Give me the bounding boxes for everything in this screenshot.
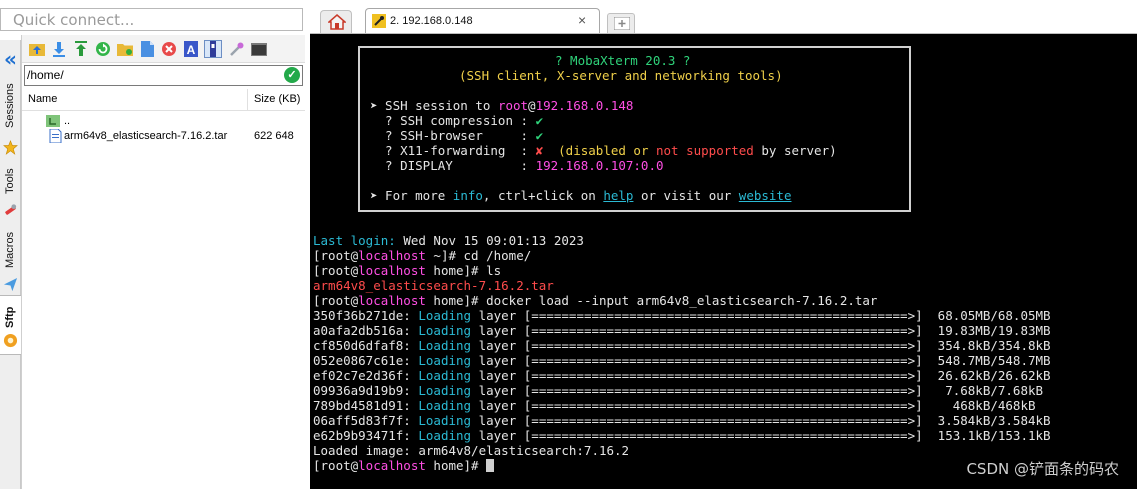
- tab-session[interactable]: 2. 192.168.0.148 ×: [365, 8, 600, 34]
- delete-icon[interactable]: [160, 40, 178, 58]
- last-login-line: Last login: Wed Nov 15 09:01:13 2023: [313, 233, 584, 248]
- layer-progress-row: ef02c7e2d36f: Loading layer [===========…: [313, 368, 1051, 383]
- parent-folder-icon: [46, 115, 60, 127]
- command-line: [root@localhost home]# ls: [313, 263, 502, 278]
- tab-tools[interactable]: Tools: [0, 160, 21, 202]
- sftp-panel: A /home/ ✓ Name Size (KB) .. arm64v8_ela…: [21, 35, 305, 489]
- tab-macros[interactable]: Macros: [0, 222, 21, 278]
- layer-progress-row: a0afa2db516a: Loading layer [===========…: [313, 323, 1051, 338]
- quick-connect-input[interactable]: Quick connect...: [0, 8, 303, 31]
- new-file-icon[interactable]: [138, 40, 156, 58]
- file-list-header: Name Size (KB): [22, 89, 305, 111]
- layer-progress-row: cf850d6dfaf8: Loading layer [===========…: [313, 338, 1051, 353]
- tab-sessions[interactable]: Sessions: [0, 80, 21, 140]
- help-link[interactable]: help: [603, 188, 633, 203]
- layer-progress-row: 789bd4581d91: Loading layer [===========…: [313, 398, 1036, 413]
- session-tab-title: 2. 192.168.0.148: [390, 15, 473, 27]
- website-link[interactable]: website: [739, 188, 792, 203]
- file-name: arm64v8_elasticsearch-7.16.2.tar: [64, 130, 228, 142]
- home-icon: [328, 14, 346, 30]
- collapse-sidebar-icon[interactable]: «: [1, 49, 20, 70]
- layer-progress-row: 052e0867c61e: Loading layer [===========…: [313, 353, 1051, 368]
- new-folder-icon[interactable]: [116, 40, 134, 58]
- parent-dir-icon[interactable]: [28, 40, 46, 58]
- new-tab-button[interactable]: [607, 13, 635, 33]
- banner-subtitle: (SSH client, X-server and networking too…: [459, 68, 783, 83]
- side-tab-bar: « Sessions Tools Macros Sftp: [0, 40, 21, 489]
- ls-output: arm64v8_elasticsearch-7.16.2.tar: [313, 278, 554, 293]
- path-confirm-icon[interactable]: ✓: [284, 67, 300, 83]
- refresh-icon[interactable]: [94, 40, 112, 58]
- banner-more-line: ➤ For more info, ctrl+click on help or v…: [370, 188, 792, 203]
- layer-progress-row: e62b9b93471f: Loading layer [===========…: [313, 428, 1051, 443]
- sftp-toolbar: A: [22, 35, 305, 63]
- banner-x11-line: ? X11-forwarding : ✘ (disabled or not su…: [370, 143, 837, 158]
- session-tab-bar: 2. 192.168.0.148 ×: [310, 0, 1137, 34]
- list-item[interactable]: arm64v8_elasticsearch-7.16.2.tar 622 648: [22, 128, 305, 145]
- terminal[interactable]: ? MobaXterm 20.3 ? (SSH client, X-server…: [310, 34, 1137, 489]
- layer-progress-row: 06aff5d83f7f: Loading layer [===========…: [313, 413, 1051, 428]
- ssh-icon: [372, 14, 386, 28]
- tools-icon: [5, 204, 17, 215]
- file-size: 622 648: [254, 130, 294, 142]
- banner-title: ? MobaXterm 20.3 ?: [555, 53, 691, 68]
- tab-sftp[interactable]: Sftp: [0, 295, 21, 355]
- layer-progress-row: 09936a9d19b9: Loading layer [===========…: [313, 383, 1044, 398]
- terminal-icon[interactable]: [250, 40, 268, 58]
- file-name: ..: [64, 115, 71, 127]
- layer-progress-row: 350f36b271de: Loading layer [===========…: [313, 308, 1051, 323]
- column-name[interactable]: Name: [28, 93, 57, 105]
- sftp-icon: [3, 333, 18, 348]
- tab-macros-label: Macros: [4, 231, 16, 269]
- tab-tools-label: Tools: [4, 168, 16, 194]
- follow-terminal-icon[interactable]: [204, 40, 222, 58]
- svg-text:A: A: [187, 43, 196, 57]
- text-cursor: [486, 459, 495, 472]
- plus-icon: [614, 17, 630, 30]
- banner-browser-line: ? SSH-browser : ✔: [370, 128, 544, 143]
- home-tab[interactable]: [320, 10, 352, 34]
- command-line: [root@localhost home]#: [313, 458, 495, 473]
- download-icon[interactable]: [50, 40, 68, 58]
- star-icon: [3, 140, 18, 155]
- banner-compression-line: ? SSH compression : ✔: [370, 113, 544, 128]
- banner-session-line: ➤ SSH session to root@192.168.0.148: [370, 98, 634, 113]
- upload-icon[interactable]: [72, 40, 90, 58]
- rename-icon[interactable]: A: [182, 40, 200, 58]
- command-line: [root@localhost home]# docker load --inp…: [313, 293, 878, 308]
- tab-sftp-label: Sftp: [4, 306, 16, 328]
- loaded-image-line: Loaded image: arm64v8/elasticsearch:7.16…: [313, 443, 630, 458]
- banner-display-line: ? DISPLAY : 192.168.0.107:0.0: [370, 158, 664, 173]
- send-icon: [3, 277, 18, 292]
- sftp-path-input[interactable]: /home/ ✓: [24, 65, 303, 86]
- column-size[interactable]: Size (KB): [247, 89, 305, 111]
- close-tab-icon[interactable]: ×: [578, 12, 586, 28]
- watermark: CSDN @铲面条的码农: [966, 460, 1119, 478]
- sftp-path-value: /home/: [27, 68, 64, 82]
- command-line: [root@localhost ~]# cd /home/: [313, 248, 532, 263]
- tab-sessions-label: Sessions: [4, 83, 16, 129]
- file-icon: [49, 129, 62, 143]
- permissions-icon[interactable]: [228, 40, 246, 58]
